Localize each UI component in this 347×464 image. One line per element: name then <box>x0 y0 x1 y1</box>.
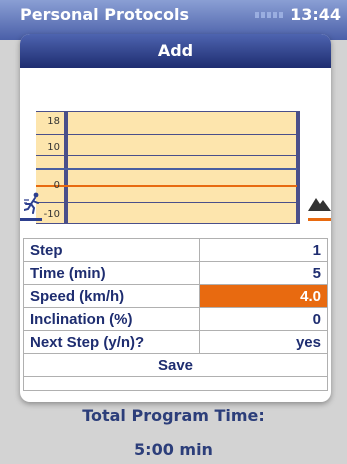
clock: 13:44 <box>290 5 341 24</box>
zero-line <box>36 168 297 170</box>
dialog-title: Add <box>20 34 331 68</box>
profile-chart: 18 10 0 -10 <box>20 68 331 228</box>
runner-icon <box>24 192 39 214</box>
save-button[interactable]: Save <box>23 353 328 377</box>
next-step-value[interactable]: yes <box>199 330 328 354</box>
grid-line <box>36 134 297 135</box>
app-title: Personal Protocols <box>20 5 189 24</box>
grid-line <box>36 223 297 224</box>
empty-cell <box>23 376 328 391</box>
row-label: Inclination (%) <box>23 307 200 331</box>
grid-line <box>36 202 297 203</box>
total-time-label: Total Program Time: <box>82 406 265 425</box>
time-value[interactable]: 5 <box>199 261 328 285</box>
table-row[interactable]: Inclination (%) 0 <box>23 307 328 331</box>
save-row[interactable]: Save <box>23 353 328 377</box>
table-row[interactable]: Step 1 <box>23 238 328 262</box>
grid-line <box>36 111 297 112</box>
row-label: Next Step (y/n)? <box>23 330 200 354</box>
row-label: Time (min) <box>23 261 200 285</box>
inclination-value[interactable]: 0 <box>199 307 328 331</box>
inclination-legend-bar <box>308 218 331 221</box>
grid-line <box>36 155 297 156</box>
mountain-icon <box>308 198 331 211</box>
step-parameters-table: Step 1 Time (min) 5 Speed (km/h) 4.0 Inc… <box>23 238 328 391</box>
speed-value[interactable]: 4.0 <box>199 284 328 308</box>
y-tick-label: 18 <box>47 116 60 127</box>
speed-legend-bar <box>20 218 42 221</box>
total-time-value: 5:00 min <box>134 440 213 459</box>
row-label: Speed (km/h) <box>23 284 200 308</box>
table-row[interactable]: Speed (km/h) 4.0 <box>23 284 328 308</box>
step-value[interactable]: 1 <box>199 238 328 262</box>
speed-profile-line <box>36 185 297 187</box>
signal-icon <box>255 12 285 18</box>
table-row[interactable]: Next Step (y/n)? yes <box>23 330 328 354</box>
table-row[interactable]: Time (min) 5 <box>23 261 328 285</box>
row-label: Step <box>23 238 200 262</box>
add-dialog: Add 18 10 0 -10 Step 1 Time (min) 5 Spee… <box>20 34 331 402</box>
y-tick-label: 10 <box>47 142 60 153</box>
y-tick-label: 0 <box>53 180 60 191</box>
blank-row <box>23 376 328 391</box>
